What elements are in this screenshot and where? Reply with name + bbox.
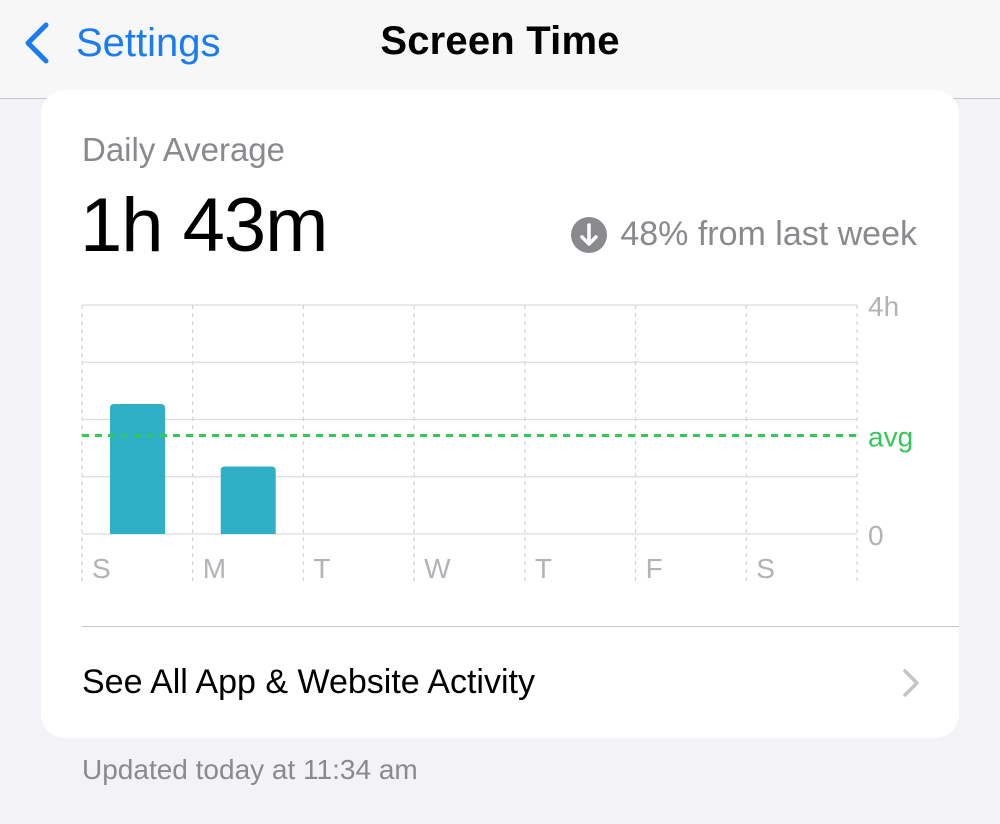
see-all-activity-label: See All App & Website Activity [82,663,535,701]
y-tick-label-max: 4h [868,291,899,322]
x-tick-label: S [756,553,775,584]
daily-usage-chart: avg 4h 0 S M T W T F S [81,291,913,585]
see-all-activity-row[interactable]: See All App & Website Activity [41,627,959,738]
screen-time-card: Daily Average 1h 43m 48% from last week … [41,90,959,738]
average-label: avg [868,422,913,453]
x-tick-label: T [535,553,552,584]
x-tick-label: M [203,553,226,584]
navigation-bar: Settings Screen Time [0,0,1000,99]
x-tick-label: S [92,553,111,584]
page-title: Screen Time [380,19,620,63]
chevron-right-icon [903,669,919,697]
x-tick-label: T [313,553,330,584]
updated-timestamp: Updated today at 11:34 am [82,754,418,785]
x-tick-label: W [424,553,451,584]
x-tick-label: F [646,553,663,584]
y-tick-label-min: 0 [868,520,884,551]
bar-0 [110,404,165,534]
bar-1 [220,466,276,534]
